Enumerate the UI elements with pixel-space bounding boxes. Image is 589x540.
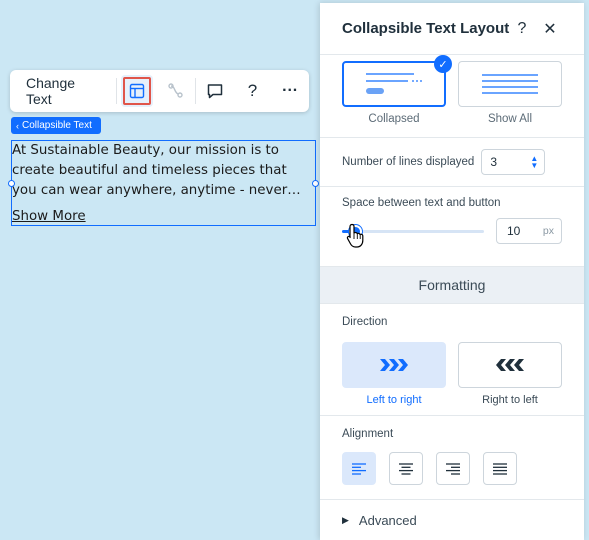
divider bbox=[320, 137, 584, 138]
lines-displayed-stepper[interactable]: 3 ▲ ▼ bbox=[481, 149, 546, 175]
layout-option-show-all[interactable]: Show All bbox=[458, 61, 562, 125]
advanced-section-toggle[interactable]: ▶ Advanced bbox=[320, 500, 584, 540]
link-icon bbox=[167, 82, 185, 100]
more-icon: ··· bbox=[282, 82, 299, 99]
layout-button[interactable] bbox=[121, 75, 154, 107]
layout-option-label: Show All bbox=[487, 113, 533, 125]
direction-thumbnail-ltr bbox=[342, 342, 446, 388]
direction-label: Direction bbox=[342, 316, 388, 328]
layout-thumbnail-collapsed: ✓ bbox=[342, 55, 452, 107]
change-text-button[interactable]: Change Text bbox=[10, 70, 116, 112]
align-right-icon bbox=[446, 462, 460, 475]
divider bbox=[320, 415, 584, 416]
hand-cursor-icon bbox=[346, 223, 364, 248]
align-justify-icon bbox=[493, 462, 507, 475]
toolbar-divider bbox=[116, 78, 118, 104]
layout-icon bbox=[129, 83, 145, 99]
divider bbox=[320, 186, 584, 187]
direction-right-to-left[interactable]: Right to left bbox=[458, 342, 562, 406]
lines-displayed-value: 3 bbox=[490, 155, 498, 169]
collapsed-layout-icon bbox=[366, 73, 422, 94]
selected-check-icon: ✓ bbox=[434, 55, 452, 73]
element-tag-label: Collapsible Text bbox=[22, 120, 92, 131]
chevrons-right-icon bbox=[380, 359, 408, 371]
panel-header: Collapsible Text Layout ? ✕ bbox=[320, 3, 584, 55]
layout-thumbnail-show-all bbox=[458, 61, 562, 107]
help-button[interactable]: ? bbox=[234, 70, 272, 112]
spacing-label: Space between text and button bbox=[342, 197, 501, 209]
align-left-button[interactable] bbox=[342, 452, 376, 485]
more-actions-button[interactable]: ··· bbox=[271, 70, 309, 112]
link-button[interactable] bbox=[157, 70, 195, 112]
direction-options: Left to right Right to left bbox=[320, 342, 584, 406]
align-center-button[interactable] bbox=[389, 452, 423, 485]
comment-button[interactable] bbox=[196, 70, 234, 112]
collapsible-text-layout-panel: Collapsible Text Layout ? ✕ ✓ Collapsed bbox=[320, 3, 584, 540]
layout-option-label: Collapsed bbox=[368, 113, 420, 125]
stepper-arrows-icon[interactable]: ▲ ▼ bbox=[530, 155, 538, 170]
spacing-input[interactable]: 10 px bbox=[496, 218, 562, 244]
layout-option-collapsed[interactable]: ✓ Collapsed bbox=[342, 55, 452, 125]
direction-option-label: Right to left bbox=[482, 394, 538, 406]
align-center-icon bbox=[399, 462, 413, 475]
alignment-options bbox=[320, 452, 584, 485]
show-all-layout-icon bbox=[482, 74, 538, 94]
lines-displayed-row: Number of lines displayed 3 ▲ ▼ bbox=[320, 149, 584, 175]
resize-handle-right[interactable] bbox=[312, 180, 319, 187]
direction-option-label: Left to right bbox=[366, 394, 422, 406]
alignment-label: Alignment bbox=[342, 428, 394, 440]
spacing-unit: px bbox=[542, 225, 554, 237]
element-toolbar: Change Text ? ··· bbox=[10, 70, 309, 112]
spacing-value: 10 bbox=[507, 224, 521, 238]
direction-thumbnail-rtl bbox=[458, 342, 562, 388]
chevrons-left-icon bbox=[496, 359, 524, 371]
align-justify-button[interactable] bbox=[483, 452, 517, 485]
chevron-left-icon: ‹ bbox=[16, 120, 19, 131]
help-icon: ? bbox=[247, 81, 258, 100]
formatting-section-header: Formatting bbox=[320, 266, 584, 304]
spacing-label-row: Space between text and button bbox=[320, 197, 584, 209]
lines-displayed-label: Number of lines displayed bbox=[342, 156, 475, 168]
comment-icon bbox=[206, 82, 224, 100]
collapsible-text-element[interactable]: At Sustainable Beauty, our mission is to… bbox=[8, 140, 319, 227]
help-icon: ? bbox=[517, 19, 527, 37]
direction-left-to-right[interactable]: Left to right bbox=[342, 342, 446, 406]
align-left-icon bbox=[352, 462, 366, 475]
layout-options: ✓ Collapsed Show All bbox=[320, 55, 584, 125]
close-icon: ✕ bbox=[543, 20, 557, 38]
panel-close-button[interactable]: ✕ bbox=[538, 19, 562, 39]
caret-right-icon: ▶ bbox=[342, 514, 349, 525]
align-right-button[interactable] bbox=[436, 452, 470, 485]
panel-help-button[interactable]: ? bbox=[510, 20, 534, 38]
element-name-tag[interactable]: ‹ Collapsible Text bbox=[11, 117, 101, 134]
resize-handle-left[interactable] bbox=[8, 180, 15, 187]
panel-title: Collapsible Text Layout bbox=[342, 20, 510, 37]
advanced-label: Advanced bbox=[358, 512, 417, 528]
show-more-link[interactable]: Show More bbox=[12, 207, 86, 227]
collapsible-text-paragraph: At Sustainable Beauty, our mission is to… bbox=[12, 143, 288, 198]
